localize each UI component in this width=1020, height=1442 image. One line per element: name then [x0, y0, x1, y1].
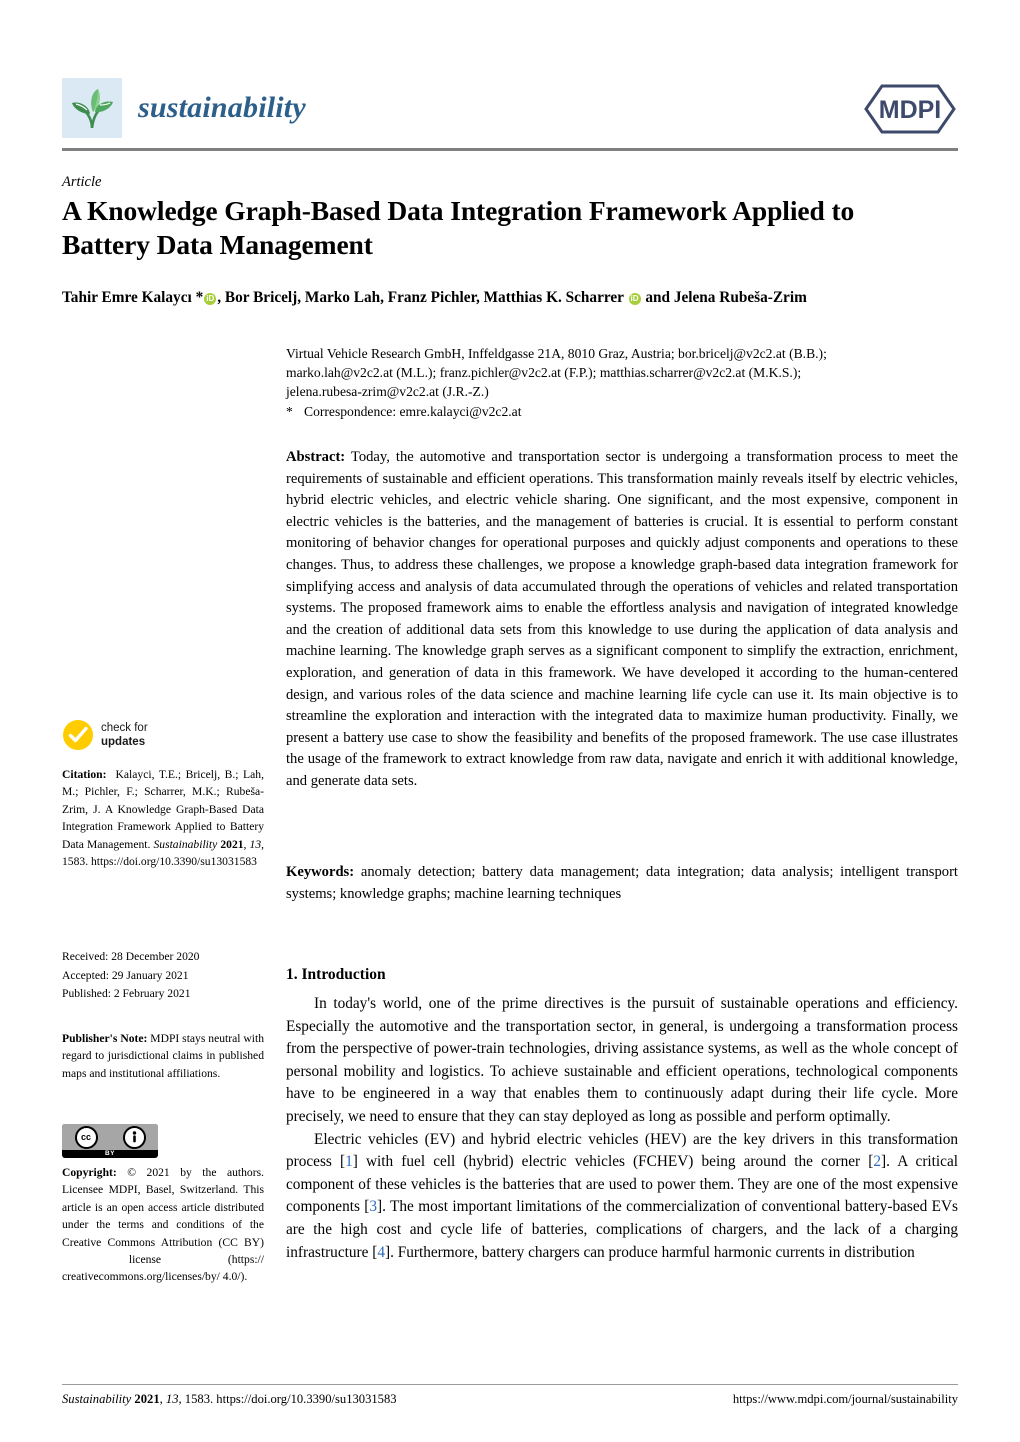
svg-text:MDPI: MDPI: [879, 96, 942, 124]
copyright-block: Copyright: © 2021 by the authors. Licens…: [62, 1166, 264, 1284]
orcid-icon[interactable]: iD: [628, 293, 641, 305]
abstract-text: Today, the automotive and transportation…: [286, 449, 959, 789]
check-updates-line2: updates: [101, 736, 146, 748]
page-header: sustainability MDPI: [62, 78, 958, 150]
journal-branding[interactable]: sustainability: [62, 78, 306, 138]
sustainability-leaf-icon: [62, 78, 122, 138]
footer-citation: Sustainability 2021, 13, 1583. https://d…: [62, 1392, 397, 1406]
keywords-section: Keywords: anomaly detection; battery dat…: [286, 862, 958, 905]
correspondence-marker: *: [286, 403, 293, 419]
footer-divider: [62, 1384, 958, 1385]
introduction-body: In today's world, one of the prime direc…: [286, 993, 958, 1264]
received-date: Received: 28 December 2020: [62, 950, 200, 963]
orcid-icon[interactable]: iD: [204, 293, 217, 305]
abstract-section: Abstract: Today, the automotive and tran…: [286, 447, 958, 793]
cc-person-icon: [122, 1125, 146, 1149]
affiliation-line: marko.lah@v2c2.at (M.L.); franz.pichler@…: [286, 365, 802, 381]
check-updates-line1: check for: [101, 722, 148, 734]
correspondence-line: * Correspondence: emre.kalayci@v2c2.at: [286, 402, 958, 421]
published-date: Published: 2 February 2021: [62, 987, 191, 1001]
keywords-label: Keywords:: [286, 864, 355, 880]
section-heading-introduction: 1. Introduction: [286, 966, 386, 983]
author-list: Tahir Emre Kalaycı * iD, Bor Bricelj, Mar…: [62, 289, 807, 306]
header-divider: [62, 148, 958, 151]
correspondence-email[interactable]: Correspondence: emre.kalayci@v2c2.at: [304, 402, 521, 421]
journal-title: sustainability: [138, 91, 306, 124]
cc-by-label: BY: [104, 1150, 116, 1157]
keywords-text: anomaly detection; battery data manageme…: [286, 864, 958, 902]
abstract-label: Abstract:: [286, 449, 346, 465]
citation-block: Citation: Kalayci, T.E.; Bricelj, B.; La…: [62, 768, 265, 869]
cc-badge-top: cc: [62, 1124, 158, 1150]
article-type-label: Article: [62, 174, 102, 190]
paper-page: sustainability MDPI Article A Knowledge …: [0, 0, 1020, 1442]
creative-commons-icon[interactable]: cc BY: [62, 1124, 158, 1158]
accepted-date: Accepted: 29 January 2021: [62, 968, 189, 982]
paragraph: In today's world, one of the prime direc…: [286, 995, 958, 1125]
check-circle-icon: [62, 719, 94, 751]
page-title: A Knowledge Graph-Based Data Integration…: [62, 195, 855, 260]
cc-mark-icon: cc: [74, 1125, 98, 1149]
publishers-note: Publisher's Note: MDPI stays neutral wit…: [62, 1032, 264, 1080]
publication-dates: Received: 28 December 2020 Accepted: 29 …: [62, 948, 264, 1004]
paragraph: Electric vehicles (EV) and hybrid electr…: [286, 1130, 959, 1261]
footer-journal-url[interactable]: https://www.mdpi.com/journal/sustainabil…: [733, 1392, 958, 1407]
affiliation-line: Virtual Vehicle Research GmbH, Inffeldga…: [286, 346, 827, 361]
check-for-updates-badge[interactable]: check for updates: [62, 719, 148, 751]
affiliation-block: Virtual Vehicle Research GmbH, Inffeldga…: [286, 344, 958, 421]
affiliation-line: jelena.rubesa-zrim@v2c2.at (J.R.-Z.): [286, 384, 489, 400]
mdpi-logo-icon[interactable]: MDPI: [862, 80, 958, 138]
check-for-updates-label: check for updates: [101, 721, 148, 749]
